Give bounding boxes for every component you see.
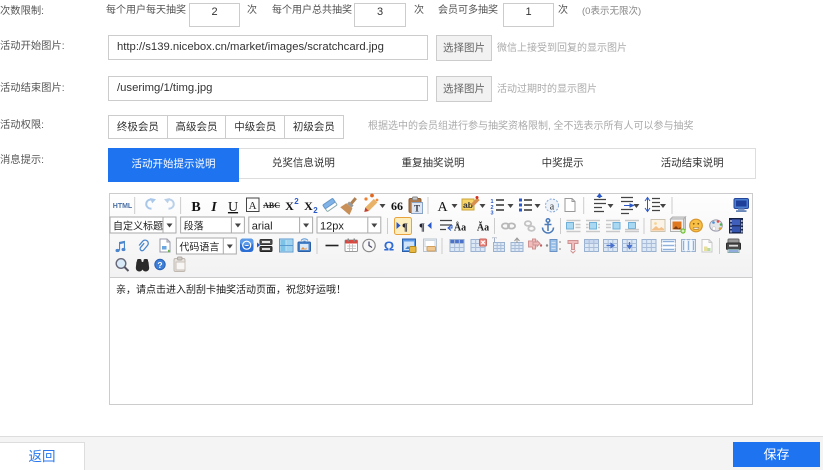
svg-text:2: 2 [313, 206, 318, 215]
svg-text:ab: ab [463, 200, 473, 210]
svg-text:¶: ¶ [402, 222, 408, 234]
svg-text:2: 2 [294, 197, 299, 206]
svg-text:段落: 段落 [184, 220, 204, 233]
svg-text:A: A [249, 200, 257, 212]
svg-text:A: A [438, 200, 449, 215]
svg-text:3: 3 [490, 211, 493, 217]
svg-text:Åa: Åa [454, 222, 466, 234]
svg-text:代码语言: 代码语言 [179, 241, 219, 254]
svg-text:?: ? [157, 260, 162, 270]
svg-text:自定义标题: 自定义标题 [113, 220, 163, 233]
svg-text:12px: 12px [320, 221, 344, 233]
svg-text:X: X [285, 199, 294, 213]
svg-text:HTML: HTML [113, 203, 133, 210]
svg-text:U: U [228, 200, 238, 215]
svg-text:ABC: ABC [263, 201, 280, 210]
svg-text:¶: ¶ [419, 222, 425, 234]
svg-text:Ăa: Ăa [477, 222, 489, 234]
svg-text:X: X [304, 199, 313, 213]
svg-text:a: a [550, 202, 555, 213]
svg-text:66: 66 [391, 199, 403, 213]
svg-text:B: B [191, 200, 200, 215]
svg-text:arial: arial [252, 221, 273, 233]
svg-text:I: I [210, 200, 217, 215]
svg-text:T: T [414, 204, 420, 214]
svg-text:Ω: Ω [384, 239, 394, 254]
